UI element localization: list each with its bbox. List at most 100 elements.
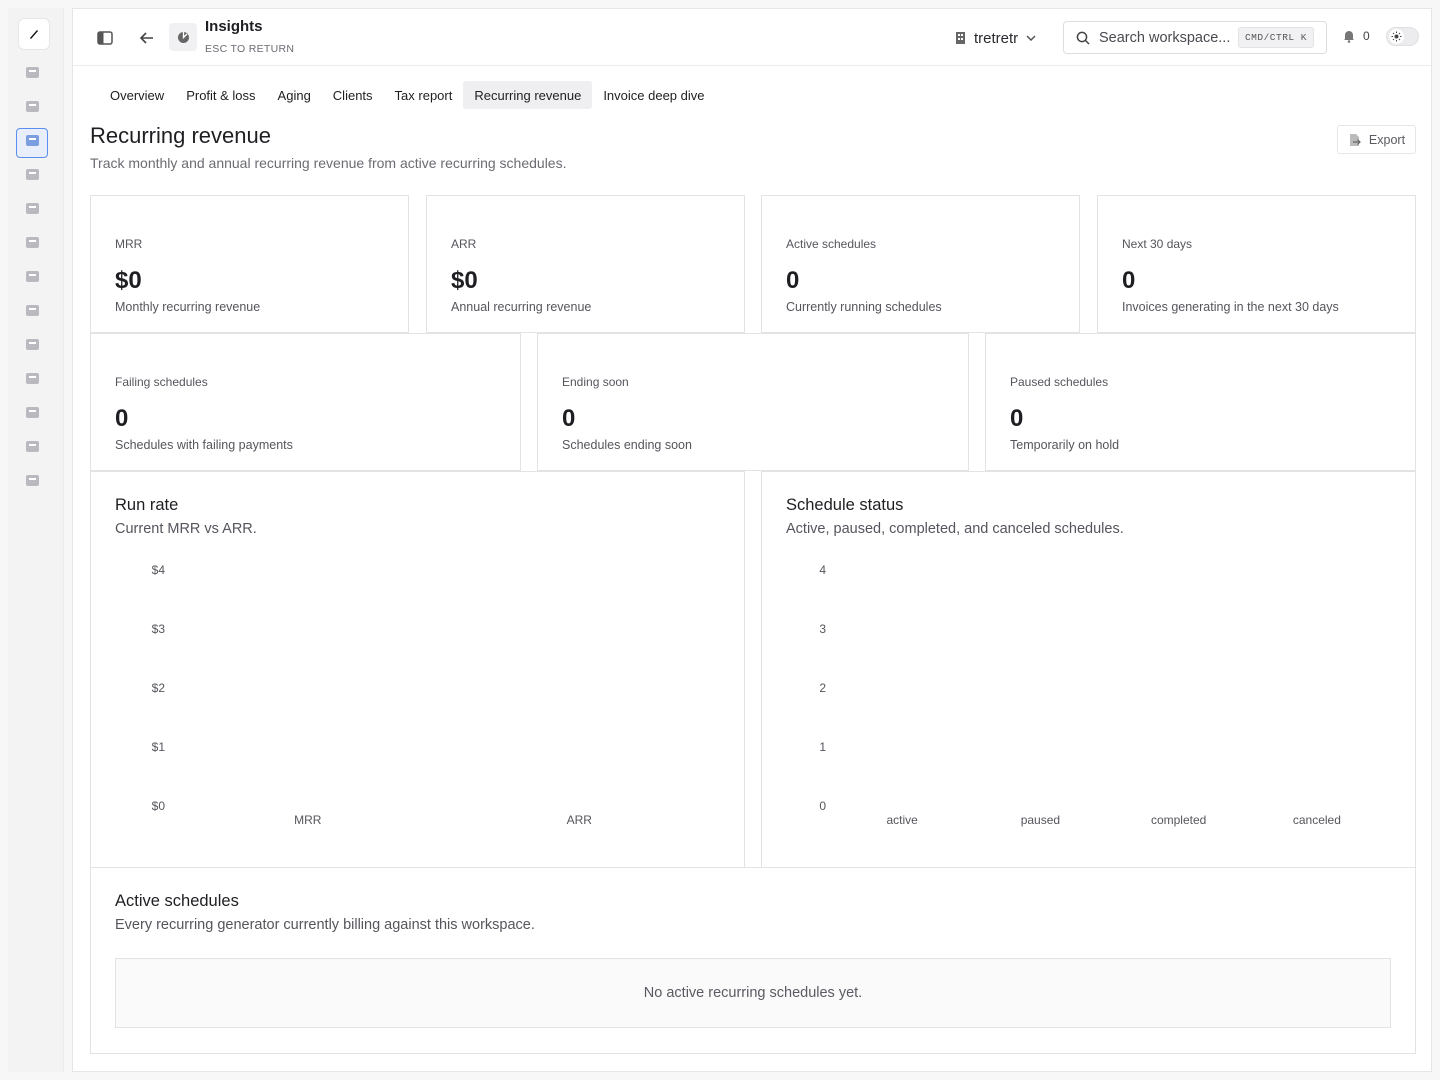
sidebar-item-bell[interactable] [16,264,48,294]
sidebar-item-report[interactable] [16,298,48,328]
clock-icon [25,338,40,356]
run-rate-panel: $0 $1 $2 $3 $4 MRR ARR Run rate Current MRR vs… [90,471,745,868]
x-tick-label: canceled [1293,813,1341,827]
kpi-value: 0 [1122,267,1136,294]
kpi-caption: Schedules with failing payments [115,438,293,452]
y-tick-label: 3 [819,622,826,636]
alert-icon [25,474,40,492]
left-rail [8,8,64,1072]
export-label: Export [1368,132,1406,147]
kpi-caption: Invoices generating in the next 30 days [1122,300,1339,314]
search-box[interactable]: CMD/CTRL K [1063,21,1327,54]
window-title: Insights [205,18,263,35]
kpi-caption: Currently running schedules [786,300,942,314]
y-tick-label: 4 [819,563,826,577]
top-bar: Insights ESC TO RETURN tretretr CMD/CTRL… [73,9,1431,66]
documents-icon [25,168,40,186]
run-rate-title: Run rate [115,496,179,514]
tab-clients[interactable]: Clients [322,81,384,109]
y-tick-label: 0 [819,799,826,813]
y-tick-label: $0 [152,799,166,813]
workspace-switcher[interactable]: tretretr [955,28,1036,48]
x-tick-label: ARR [567,813,593,827]
schedule-status-panel: 0 1 2 3 4 active paused completed canceled Sched… [761,471,1416,868]
kpi-label: Paused schedules [1010,375,1109,389]
schedule-status-title: Schedule status [786,496,904,514]
kpi-label: Failing schedules [115,375,208,389]
sidebar-item-users[interactable] [16,400,48,430]
page-description: Track monthly and annual recurring reven… [90,155,567,171]
search-input[interactable] [1099,29,1239,46]
main-panel: Insights ESC TO RETURN tretretr CMD/CTRL… [72,8,1432,1072]
sidebar-item-documents[interactable] [16,162,48,192]
kpi-card-failing-schedules: Failing schedules 0 Schedules with failing… [90,333,521,471]
back-arrow-icon[interactable] [137,28,157,48]
x-tick-label: paused [1021,813,1060,827]
bell-icon [1344,31,1354,43]
tab-recurring-revenue[interactable]: Recurring revenue [463,81,593,109]
archive-icon [25,440,40,458]
pen-icon [30,30,38,39]
kpi-card-mrr: MRR $0 Monthly recurring revenue [90,195,409,333]
tab-invoice-deep-dive[interactable]: Invoice deep dive [592,81,715,109]
notification-count: 0 [1363,29,1370,43]
sun-icon [1389,29,1404,44]
export-icon [1349,133,1361,146]
tab-profit-loss[interactable]: Profit & loss [175,81,266,109]
tab-aging[interactable]: Aging [267,81,322,109]
empty-state: No active recurring schedules yet. [115,958,1391,1028]
search-shortcut: CMD/CTRL K [1237,27,1314,48]
kpi-label: Active schedules [786,237,877,251]
y-tick-label: $4 [152,563,166,577]
kpi-caption: Annual recurring revenue [451,300,592,314]
tab-tax-report[interactable]: Tax report [384,81,464,109]
sidebar-item-card[interactable] [16,196,48,226]
kpi-label: Ending soon [562,375,629,389]
kpi-label: MRR [115,237,143,251]
sidebar-item-folder[interactable] [16,366,48,396]
app-logo[interactable] [18,18,50,50]
kpi-value: 0 [562,405,576,432]
kpi-caption: Schedules ending soon [562,438,692,452]
sidebar-toggle-icon[interactable] [95,28,115,48]
report-icon [25,304,40,322]
kpi-label: Next 30 days [1122,237,1193,251]
sidebar-item-tools[interactable] [16,94,48,124]
tools-icon [25,100,40,118]
sidebar-item-clock[interactable] [16,332,48,362]
kpi-label: ARR [451,237,477,251]
x-tick-label: active [886,813,918,827]
y-tick-label: 1 [819,740,826,754]
sidebar-item-alert[interactable] [16,468,48,498]
kpi-card-paused-schedules: Paused schedules 0 Temporarily on hold [985,333,1416,471]
sidebar-item-inbox[interactable] [16,60,48,90]
sidebar-item-invoice[interactable] [16,230,48,260]
x-tick-label: MRR [294,813,322,827]
tab-overview[interactable]: Overview [99,81,175,109]
kpi-value: 0 [1010,405,1024,432]
y-tick-label: $3 [152,622,166,636]
notifications[interactable]: 0 [1343,29,1370,43]
kpi-caption: Monthly recurring revenue [115,300,261,314]
kpi-card-active-schedules: Active schedules 0 Currently running sched… [761,195,1080,333]
active-schedules-description: Every recurring generator currently bill… [115,917,535,933]
kpi-card-ending-soon: Ending soon 0 Schedules ending soon [537,333,969,471]
bell-icon [25,270,40,288]
active-schedules-title: Active schedules [115,892,239,910]
sidebar-item-archive[interactable] [16,434,48,464]
theme-toggle[interactable] [1386,27,1419,46]
kpi-value: 0 [786,267,800,294]
folder-icon [25,372,40,390]
tab-bar: Overview Profit & loss Aging Clients Tax rep… [99,81,716,109]
kpi-value: $0 [115,267,142,294]
kpi-card-arr: ARR $0 Annual recurring revenue [426,195,745,333]
export-button[interactable]: Export [1337,125,1416,154]
y-tick-label: $1 [152,740,166,754]
building-icon [956,32,965,44]
sidebar-item-insights[interactable] [16,128,48,158]
insights-icon [169,23,197,51]
y-tick-label: 2 [819,681,826,695]
kpi-card-next-30-days: Next 30 days 0 Invoices generating in the … [1097,195,1416,333]
schedule-status-description: Active, paused, completed, and canceled … [786,521,1124,537]
insights-icon [25,134,40,152]
